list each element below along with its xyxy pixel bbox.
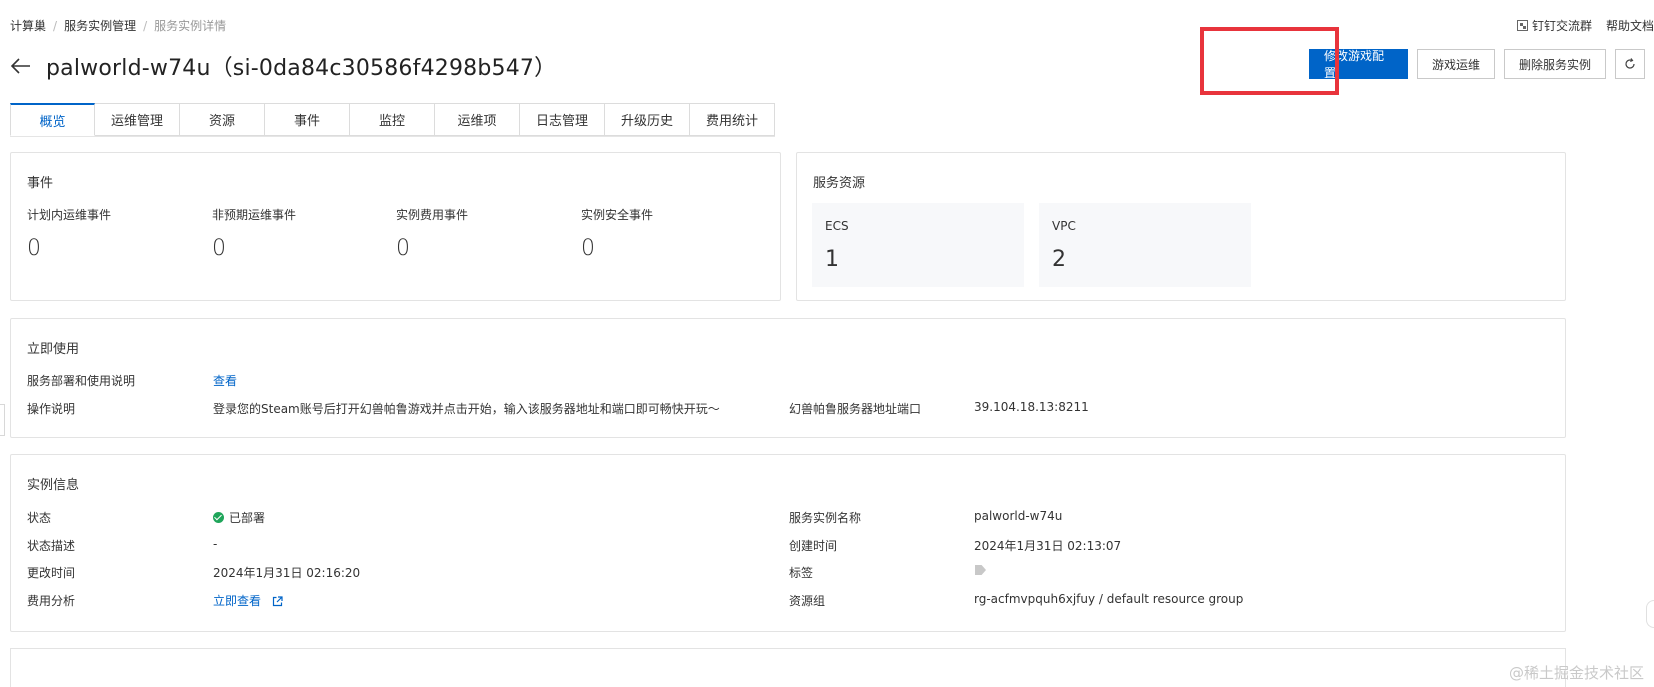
usage-card: 立即使用 服务部署和使用说明 查看 操作说明 登录您的Steam账号后打开幻兽帕… <box>10 318 1566 438</box>
action-bar: 修改游戏配置 游戏运维 删除服务实例 <box>1300 49 1645 80</box>
breadcrumb-separator: / <box>53 18 58 33</box>
updated-time-label: 更改时间 <box>27 566 76 580</box>
page-title: palworld-w74u（si-0da84c30586f4298b547） <box>46 56 557 81</box>
refresh-button[interactable] <box>1615 49 1645 79</box>
tab-upgrade-history[interactable]: 升级历史 <box>605 103 690 136</box>
breadcrumb-item-instance-management[interactable]: 服务实例管理 <box>64 17 136 34</box>
delete-instance-button[interactable]: 删除服务实例 <box>1503 49 1606 79</box>
tab-events[interactable]: 事件 <box>265 103 350 136</box>
resource-group-value: rg-acfmvpquh6xjfuy / default resource gr… <box>974 592 1244 606</box>
instance-info-title: 实例信息 <box>27 478 80 493</box>
service-resources-card: 服务资源 ECS 1 VPC 2 <box>796 152 1566 301</box>
updated-time-value: 2024年1月31日 02:16:20 <box>213 566 361 580</box>
resource-ecs-value: 1 <box>825 247 839 272</box>
event-planned: 计划内运维事件 0 <box>27 206 111 261</box>
event-security-label: 实例安全事件 <box>581 208 654 222</box>
service-resources-title: 服务资源 <box>813 176 866 191</box>
right-float-handle[interactable] <box>1646 600 1654 628</box>
event-unplanned: 非预期运维事件 0 <box>212 206 296 261</box>
event-cost-value: 0 <box>396 236 410 261</box>
status-desc-value: - <box>213 537 218 551</box>
cost-analysis-label: 费用分析 <box>27 594 76 608</box>
tags-label: 标签 <box>789 566 814 580</box>
breadcrumb: 计算巢 / 服务实例管理 / 服务实例详情 <box>10 17 226 34</box>
tab-log-management[interactable]: 日志管理 <box>520 103 605 136</box>
event-unplanned-label: 非预期运维事件 <box>212 208 297 222</box>
status-desc-label: 状态描述 <box>27 539 76 553</box>
tag-icon <box>975 565 986 575</box>
next-card-edge <box>10 648 1566 687</box>
check-circle-icon <box>213 512 224 523</box>
operation-guide-value: 登录您的Steam账号后打开幻兽帕鲁游戏并点击开始，输入该服务器地址和端口即可畅… <box>213 402 720 416</box>
breadcrumb-separator: / <box>143 18 148 33</box>
top-links: 钉钉交流群 帮助文档 <box>1503 17 1654 34</box>
back-arrow-icon[interactable] <box>10 55 32 77</box>
title-row: palworld-w74u（si-0da84c30586f4298b547） <box>10 50 556 82</box>
status-label: 状态 <box>27 511 52 525</box>
event-security: 实例安全事件 0 <box>581 206 653 261</box>
tab-cost-statistics[interactable]: 费用统计 <box>690 103 775 136</box>
tab-ops-items[interactable]: 运维项 <box>435 103 520 136</box>
event-cost-label: 实例费用事件 <box>396 208 469 222</box>
resource-vpc-label: VPC <box>1052 219 1076 233</box>
tags-value[interactable] <box>975 564 986 578</box>
event-planned-label: 计划内运维事件 <box>27 208 112 222</box>
resource-group-label: 资源组 <box>789 594 826 608</box>
dingtalk-group-link[interactable]: 钉钉交流群 <box>1516 17 1592 34</box>
instance-info-card: 实例信息 状态 已部署 状态描述 - 更改时间 2024年1月31日 02:16… <box>10 454 1566 632</box>
cost-analysis-link[interactable]: 立即查看 <box>213 592 283 609</box>
modify-game-config-button[interactable]: 修改游戏配置 <box>1308 49 1408 80</box>
events-card-title: 事件 <box>27 176 54 191</box>
watermark: @稀土掘金技术社区 <box>1508 664 1644 682</box>
status-badge: 已部署 <box>213 509 265 526</box>
resource-tile-vpc[interactable]: VPC 2 <box>1039 203 1251 287</box>
game-ops-button[interactable]: 游戏运维 <box>1416 49 1495 79</box>
server-address-value: 39.104.18.13:8211 <box>974 400 1089 414</box>
deploy-guide-label: 服务部署和使用说明 <box>27 374 136 388</box>
created-time-label: 创建时间 <box>789 539 838 553</box>
deploy-guide-link[interactable]: 查看 <box>213 372 237 389</box>
tab-overview[interactable]: 概览 <box>10 103 95 136</box>
side-panel-handle[interactable] <box>0 404 5 436</box>
event-cost: 实例费用事件 0 <box>396 206 468 261</box>
resource-vpc-value: 2 <box>1052 247 1066 272</box>
breadcrumb-item-compute-nest[interactable]: 计算巢 <box>10 17 46 34</box>
help-docs-link[interactable]: 帮助文档 <box>1606 17 1654 34</box>
tab-ops-management[interactable]: 运维管理 <box>95 103 180 136</box>
resource-ecs-label: ECS <box>825 219 849 233</box>
event-security-value: 0 <box>581 236 595 261</box>
tab-resources[interactable]: 资源 <box>180 103 265 136</box>
server-address-label: 幻兽帕鲁服务器地址端口 <box>789 402 922 416</box>
resource-tile-ecs[interactable]: ECS 1 <box>812 203 1024 287</box>
tab-bar: 概览 运维管理 资源 事件 监控 运维项 日志管理 升级历史 费用统计 <box>10 103 775 137</box>
qr-code-icon <box>1516 20 1528 31</box>
instance-name-value: palworld-w74u <box>974 509 1063 523</box>
event-unplanned-value: 0 <box>212 236 226 261</box>
dingtalk-group-label: 钉钉交流群 <box>1531 19 1592 33</box>
operation-guide-label: 操作说明 <box>27 402 76 416</box>
event-planned-value: 0 <box>27 236 41 261</box>
tab-monitoring[interactable]: 监控 <box>350 103 435 136</box>
instance-name-label: 服务实例名称 <box>789 511 862 525</box>
external-link-icon <box>272 596 283 607</box>
events-card: 事件 计划内运维事件 0 非预期运维事件 0 实例费用事件 0 实例安全事件 0 <box>10 152 781 301</box>
refresh-icon <box>1625 58 1635 69</box>
usage-card-title: 立即使用 <box>27 342 80 357</box>
created-time-value: 2024年1月31日 02:13:07 <box>974 539 1122 553</box>
status-value: 已部署 <box>229 511 266 525</box>
breadcrumb-item-instance-detail: 服务实例详情 <box>154 19 227 33</box>
cost-analysis-link-text: 立即查看 <box>213 594 262 608</box>
